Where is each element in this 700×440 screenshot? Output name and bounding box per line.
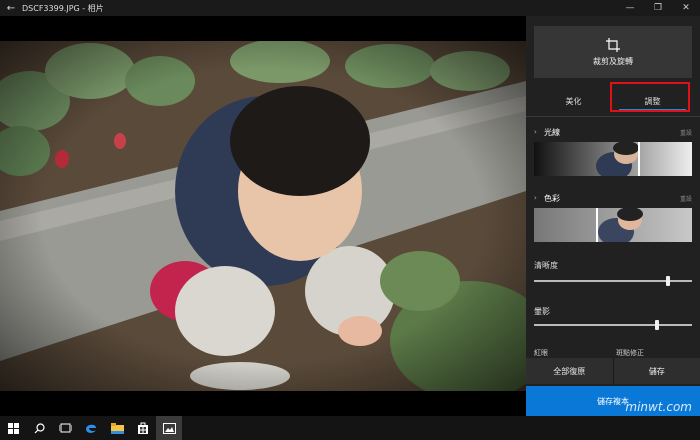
title-bar: ← DSCF3399.JPG - 相片 — ❐ ✕ (0, 0, 700, 16)
highlight-box (610, 82, 690, 112)
task-view-icon[interactable] (52, 416, 78, 440)
action-buttons: 全部復原 儲存 (526, 358, 700, 384)
crop-rotate-label: 裁剪及旋轉 (593, 56, 633, 66)
light-preview-strip[interactable] (534, 142, 692, 176)
edge-browser-icon[interactable] (78, 416, 104, 440)
color-label: 色彩 (544, 193, 560, 203)
spot-fix-label[interactable]: 斑點修正 (616, 348, 644, 358)
crop-icon (606, 37, 620, 52)
windows-start-icon[interactable] (0, 416, 26, 440)
light-section-header[interactable]: › 光線 重設 (534, 126, 692, 138)
vignette-label: 暈影 (534, 307, 550, 316)
edit-panel: 裁剪及旋轉 美化 調整 › 光線 重設 › 色彩 重設 清晰度 暈影 紅眼 斑點… (526, 16, 700, 416)
light-reset[interactable]: 重設 (680, 128, 692, 137)
clarity-slider[interactable] (534, 276, 692, 286)
photo-canvas (0, 16, 526, 416)
minimize-icon[interactable]: — (616, 3, 644, 13)
more-tools-row: 紅眼 斑點修正 (534, 348, 692, 358)
vignette-slider[interactable] (534, 320, 692, 330)
slider-track (534, 324, 692, 326)
clarity-label: 清晰度 (534, 261, 558, 270)
color-preview-strip[interactable] (534, 208, 692, 242)
watermark: minwt.com (625, 400, 692, 414)
photo-image[interactable] (0, 41, 526, 391)
close-icon[interactable]: ✕ (672, 3, 700, 13)
slider-thumb[interactable] (655, 320, 660, 330)
tab-enhance-label: 美化 (565, 96, 582, 106)
save-button[interactable]: 儲存 (614, 358, 700, 384)
crop-rotate-button[interactable]: 裁剪及旋轉 (534, 26, 692, 78)
restore-icon[interactable]: ❐ (644, 3, 672, 13)
back-arrow-icon[interactable]: ← (0, 3, 22, 14)
tab-enhance[interactable]: 美化 (534, 88, 613, 114)
restore-all-button[interactable]: 全部復原 (526, 358, 613, 384)
search-icon[interactable] (26, 416, 52, 440)
taskbar (0, 416, 700, 440)
store-icon[interactable] (130, 416, 156, 440)
window-controls: — ❐ ✕ (616, 3, 700, 13)
color-reset[interactable]: 重設 (680, 194, 692, 203)
chevron-right-icon: › (534, 194, 537, 202)
color-section-header[interactable]: › 色彩 重設 (534, 192, 692, 204)
file-explorer-icon[interactable] (104, 416, 130, 440)
light-label: 光線 (544, 127, 560, 137)
red-eye-label[interactable]: 紅眼 (534, 348, 548, 358)
window-title: DSCF3399.JPG - 相片 (22, 3, 104, 13)
divider (526, 116, 700, 117)
slider-thumb[interactable] (666, 276, 671, 286)
photos-app-icon[interactable] (156, 416, 182, 440)
chevron-right-icon: › (534, 128, 537, 136)
